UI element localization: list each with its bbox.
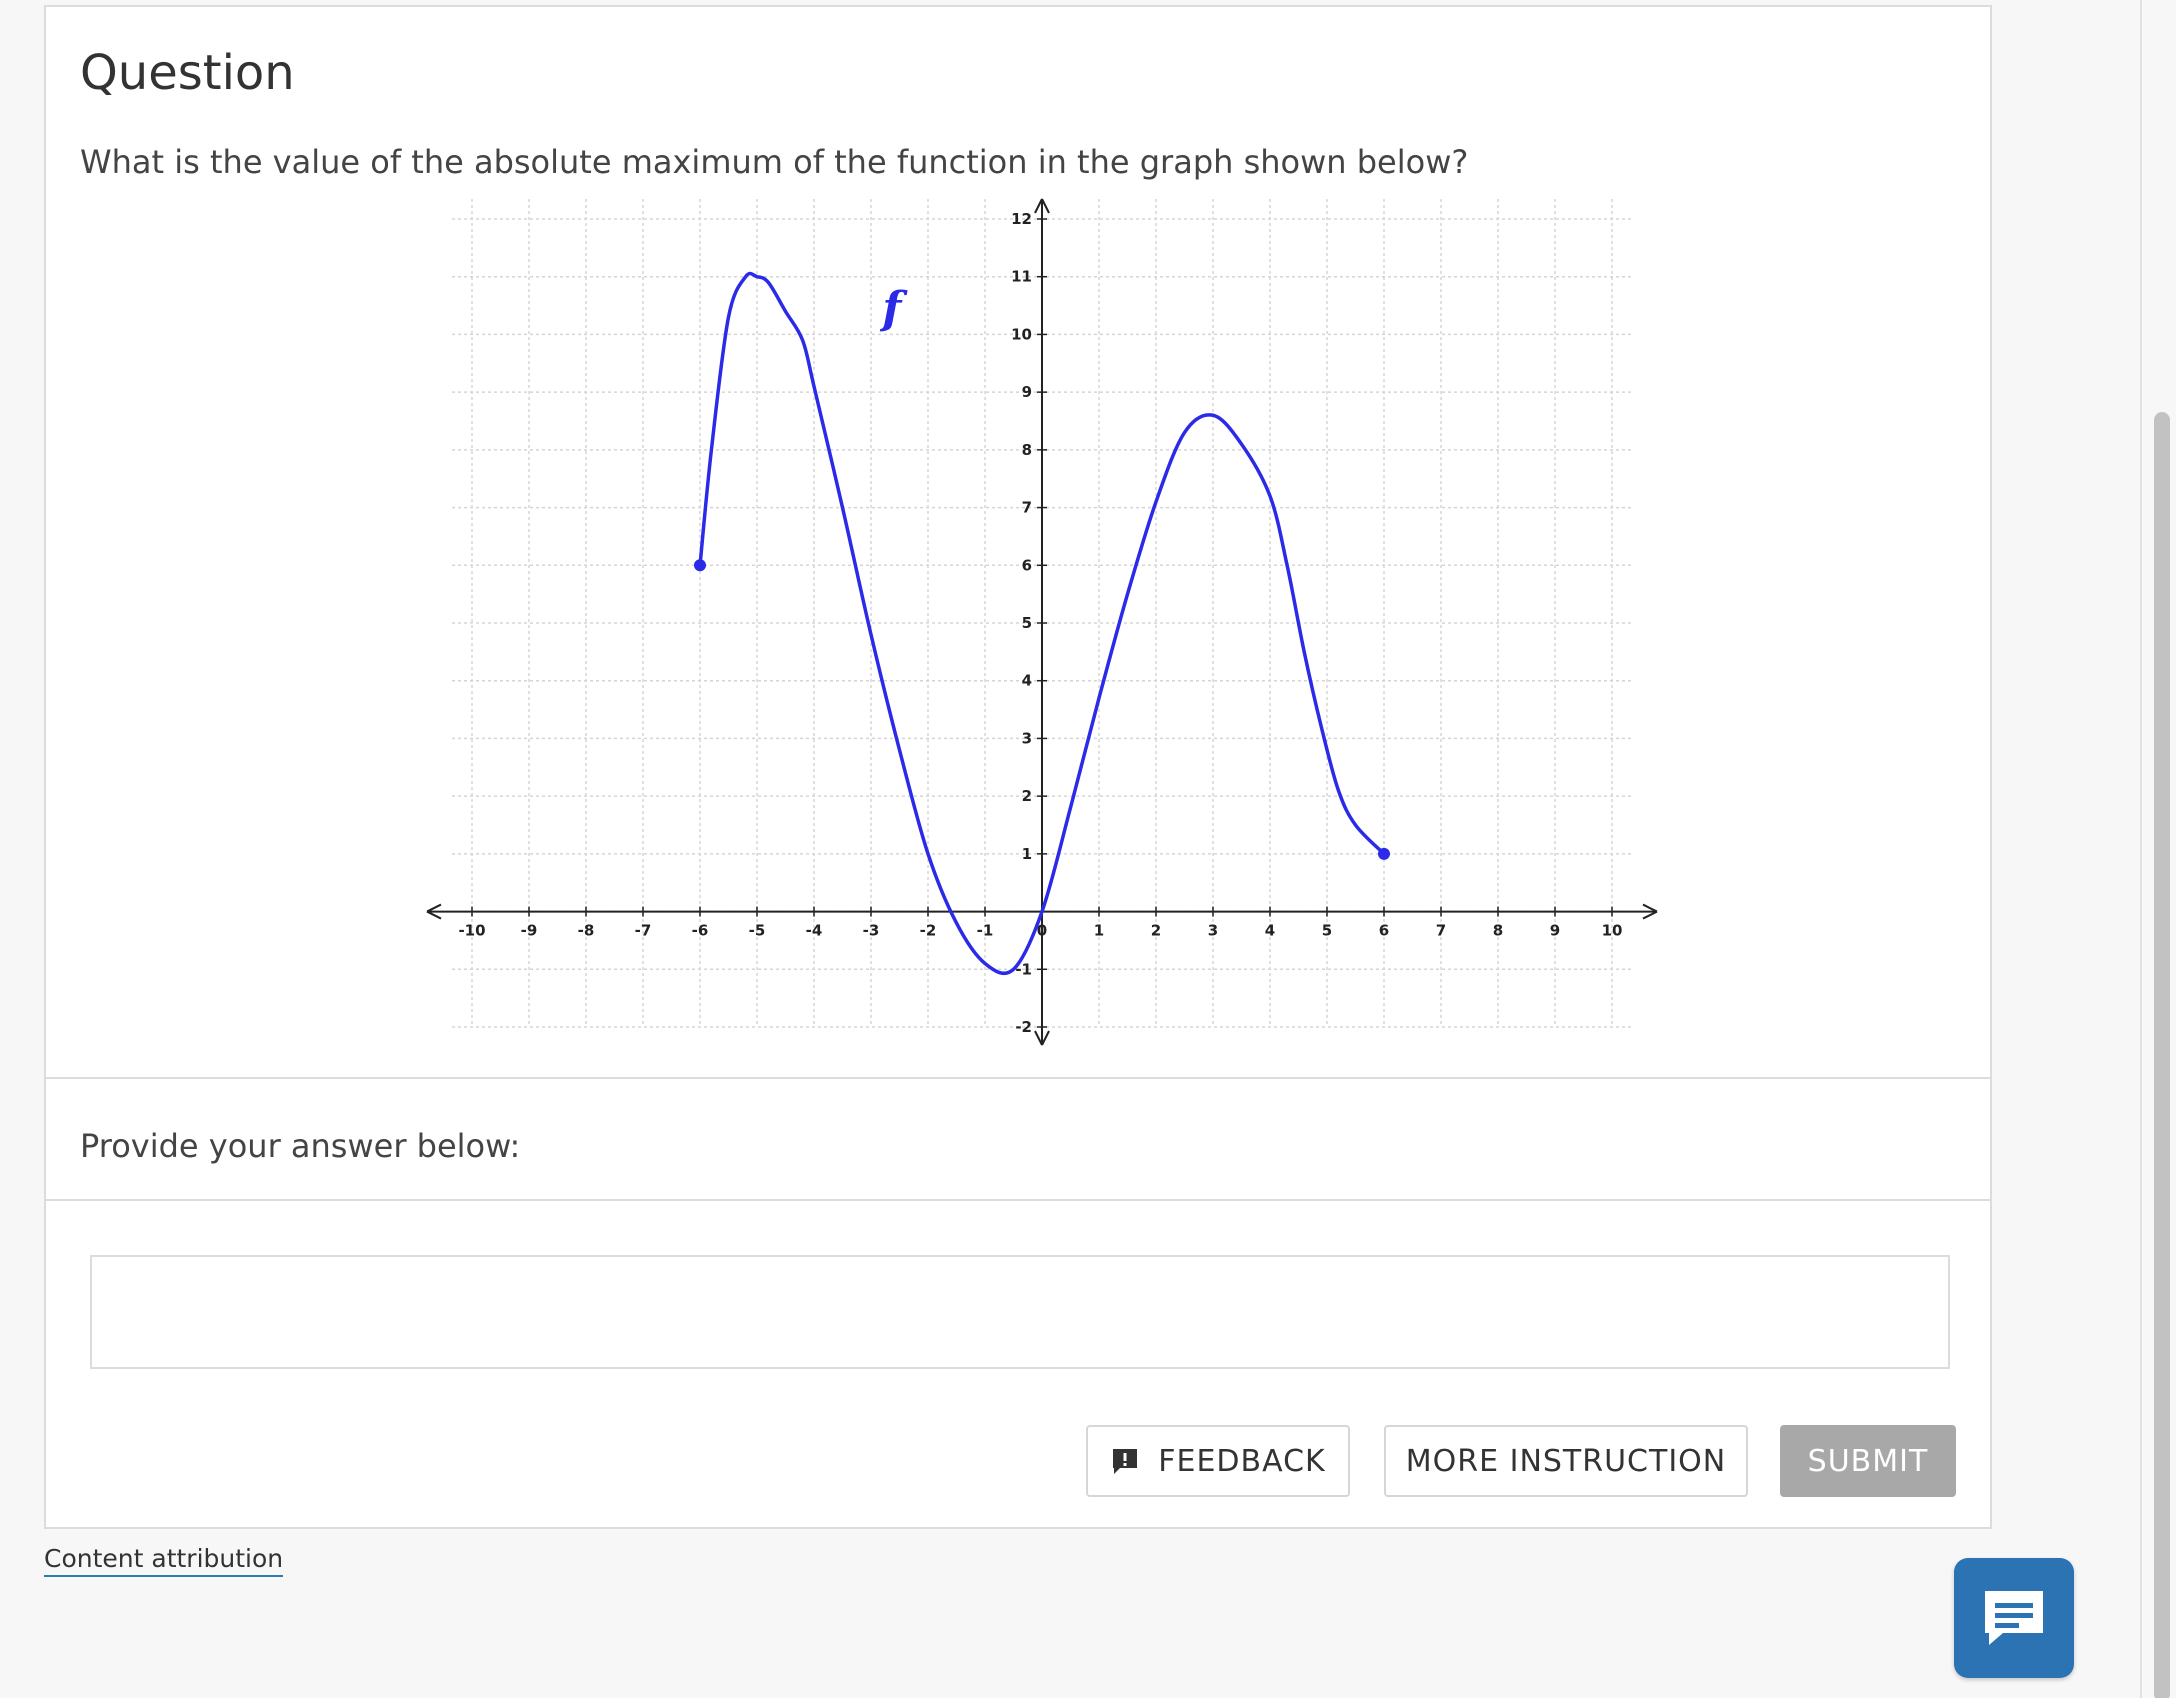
y-tick-label: 10 bbox=[1011, 325, 1032, 343]
submit-label: SUBMIT bbox=[1807, 1443, 1929, 1479]
x-tick-label: -6 bbox=[692, 922, 709, 940]
scrollbar[interactable] bbox=[2140, 0, 2176, 1698]
y-tick-label: 2 bbox=[1022, 787, 1032, 805]
graph-svg: -10 -9 -8 -7 -6 -5 -4 -3 -2 -1 0 1 2 3 4 5 6 7 8 9 10-2-1123… bbox=[426, 198, 1658, 1046]
feedback-icon bbox=[1110, 1446, 1140, 1476]
divider bbox=[46, 1199, 1990, 1201]
x-tick-label: 10 bbox=[1602, 922, 1623, 940]
content-attribution-link[interactable]: Content attribution bbox=[44, 1544, 284, 1577]
x-tick-label: 7 bbox=[1436, 922, 1446, 940]
x-tick-label: 9 bbox=[1550, 922, 1560, 940]
feedback-button[interactable]: FEEDBACK bbox=[1086, 1425, 1350, 1497]
y-tick-label: 5 bbox=[1022, 614, 1032, 632]
curve-endpoint bbox=[694, 559, 706, 572]
x-tick-label: -3 bbox=[863, 922, 880, 940]
y-tick-label: 3 bbox=[1022, 729, 1032, 747]
question-text: What is the value of the absolute maximu… bbox=[80, 143, 1469, 181]
more-instruction-button[interactable]: MORE INSTRUCTION bbox=[1384, 1425, 1748, 1497]
x-tick-label: 5 bbox=[1322, 922, 1332, 940]
x-tick-label: 6 bbox=[1379, 922, 1389, 940]
more-instruction-label: MORE INSTRUCTION bbox=[1405, 1443, 1727, 1479]
divider bbox=[46, 1077, 1990, 1079]
x-tick-label: -5 bbox=[749, 922, 766, 940]
y-tick-label: 8 bbox=[1022, 441, 1032, 459]
x-tick-label: -4 bbox=[806, 922, 823, 940]
y-tick-label: -2 bbox=[1015, 1018, 1032, 1036]
x-tick-label: -1 bbox=[977, 922, 994, 940]
submit-button[interactable]: SUBMIT bbox=[1780, 1425, 1956, 1497]
x-tick-label: -10 bbox=[458, 922, 485, 940]
x-tick-label: 8 bbox=[1493, 922, 1503, 940]
feedback-button-label: FEEDBACK bbox=[1158, 1443, 1326, 1479]
function-graph: -10 -9 -8 -7 -6 -5 -4 -3 -2 -1 0 1 2 3 4 5 6 7 8 9 10 -2 -1 1 2 3… bbox=[402, 187, 1682, 1047]
x-tick-label: -7 bbox=[635, 922, 652, 940]
y-tick-label: 9 bbox=[1022, 383, 1032, 401]
chat-button[interactable] bbox=[1954, 1558, 2074, 1678]
curve-endpoint bbox=[1378, 847, 1390, 860]
x-tick-label: 4 bbox=[1265, 922, 1275, 940]
answer-input[interactable] bbox=[90, 1255, 1950, 1369]
question-title: Question bbox=[80, 45, 295, 101]
y-tick-label: 12 bbox=[1011, 210, 1032, 228]
x-tick-label: 3 bbox=[1208, 922, 1218, 940]
answer-label: Provide your answer below: bbox=[80, 1127, 521, 1165]
y-tick-label: 4 bbox=[1022, 672, 1032, 690]
x-tick-label: 1 bbox=[1094, 922, 1104, 940]
y-tick-label: 6 bbox=[1022, 556, 1032, 574]
y-tick-label: 1 bbox=[1022, 845, 1032, 863]
x-tick-label: -9 bbox=[521, 922, 538, 940]
x-tick-label: -8 bbox=[578, 922, 595, 940]
page: Question What is the value of the absolu… bbox=[0, 0, 2176, 1698]
y-tick-label: 11 bbox=[1011, 268, 1032, 286]
x-tick-label: 2 bbox=[1151, 922, 1161, 940]
question-card: Question What is the value of the absolu… bbox=[44, 5, 1992, 1529]
chat-icon bbox=[1985, 1591, 2043, 1645]
y-tick-label: 7 bbox=[1022, 499, 1032, 517]
scrollbar-thumb[interactable] bbox=[2154, 412, 2170, 1698]
function-label: f bbox=[879, 283, 908, 334]
x-tick-label: -2 bbox=[920, 922, 937, 940]
